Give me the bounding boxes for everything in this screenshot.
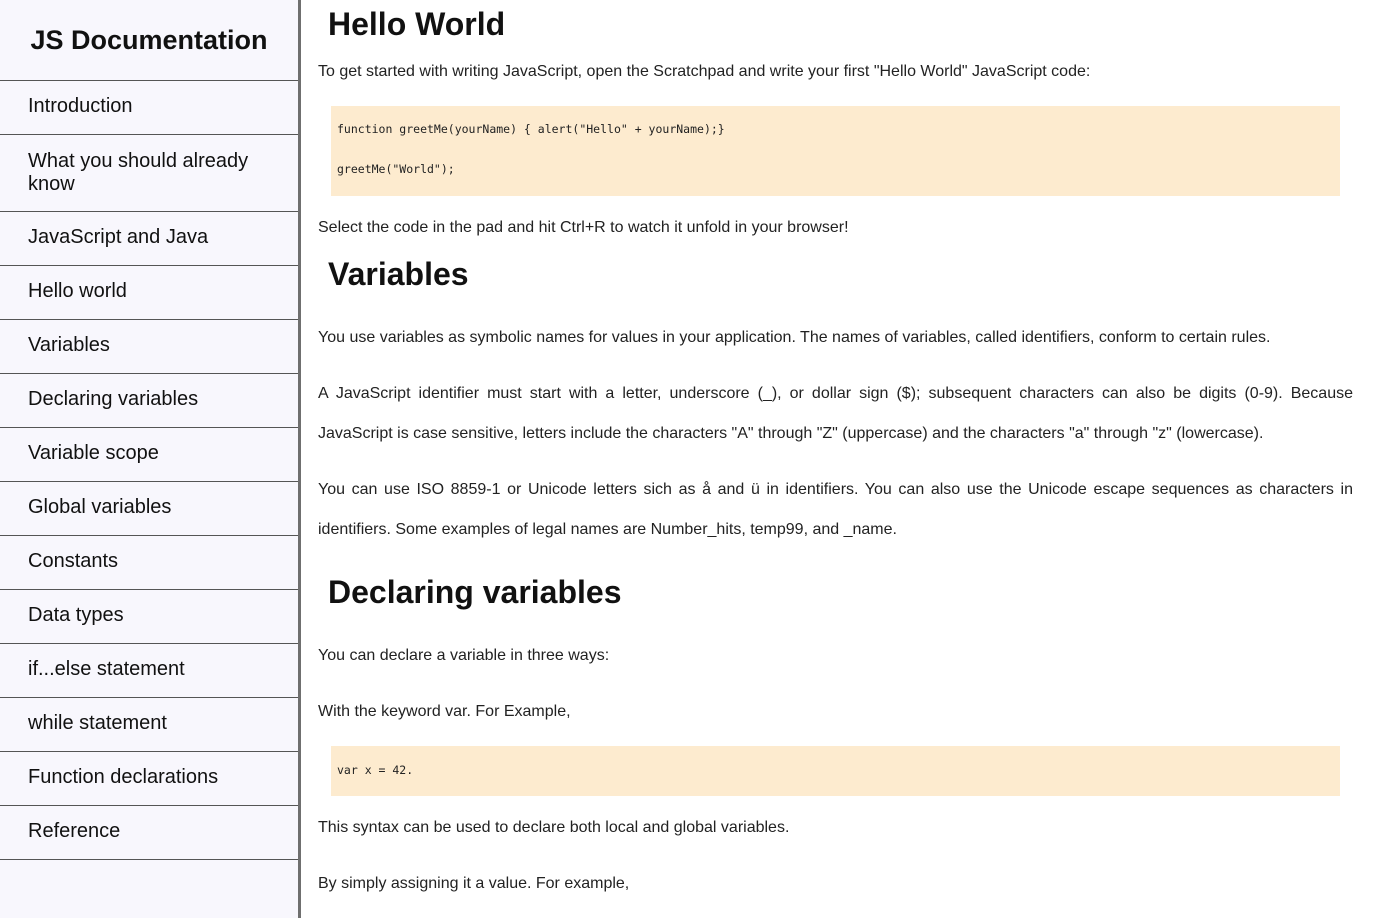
declaring-paragraph: This syntax can be used to declare both …: [318, 819, 790, 836]
variables-paragraph: You use variables as symbolic names for …: [318, 329, 1271, 346]
nav-link-what-you-should-already-know[interactable]: What you should already know: [0, 135, 298, 212]
hello-world-after-text: Select the code in the pad and hit Ctrl+…: [318, 219, 849, 236]
nav-link-function-declarations[interactable]: Function declarations: [0, 752, 298, 806]
nav-link-data-types[interactable]: Data types: [0, 590, 298, 644]
nav-link-javascript-and-java[interactable]: JavaScript and Java: [0, 212, 298, 266]
sidebar-navbar: JS Documentation Introduction What you s…: [0, 0, 301, 918]
declaring-paragraph: By simply assigning it a value. For exam…: [318, 875, 630, 892]
code-line: function greetMe(yourName) { alert("Hell…: [337, 122, 725, 136]
variables-paragraph: You can use ISO 8859-1 or Unicode letter…: [318, 481, 1353, 538]
section-title-variables: Variables: [328, 256, 469, 292]
nav-link-hello-world[interactable]: Hello world: [0, 266, 298, 320]
code-line: greetMe("World");: [337, 162, 455, 176]
nav-link-constants[interactable]: Constants: [0, 536, 298, 590]
nav-link-reference[interactable]: Reference: [0, 806, 298, 860]
section-title-declaring-variables: Declaring variables: [328, 574, 622, 610]
nav-link-introduction[interactable]: Introduction: [0, 81, 298, 135]
sidebar-title: JS Documentation: [0, 0, 298, 81]
declaring-code-block[interactable]: var x = 42.: [331, 746, 1340, 796]
hello-world-code-block[interactable]: function greetMe(yourName) { alert("Hell…: [331, 106, 1340, 196]
nav-link-variable-scope[interactable]: Variable scope: [0, 428, 298, 482]
variables-paragraph: A JavaScript identifier must start with …: [318, 385, 1353, 442]
declaring-paragraph: You can declare a variable in three ways…: [318, 647, 610, 664]
declaring-paragraph: With the keyword var. For Example,: [318, 703, 571, 720]
nav-link-global-variables[interactable]: Global variables: [0, 482, 298, 536]
hello-world-intro-text: To get started with writing JavaScript, …: [318, 63, 1091, 80]
nav-link-variables[interactable]: Variables: [0, 320, 298, 374]
code-line: var x = 42.: [337, 763, 414, 777]
nav-link-while-statement[interactable]: while statement: [0, 698, 298, 752]
section-title-hello-world: Hello World: [328, 6, 506, 42]
nav-link-declaring-variables[interactable]: Declaring variables: [0, 374, 298, 428]
nav-link-if-else-statement[interactable]: if...else statement: [0, 644, 298, 698]
sidebar-nav-list: Introduction What you should already kno…: [0, 81, 298, 860]
